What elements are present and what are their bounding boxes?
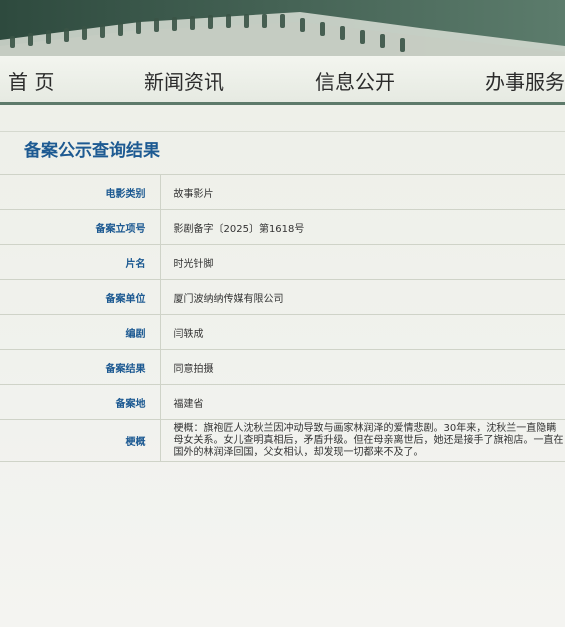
nav-item-info-disclosure[interactable]: 信息公开 [315, 66, 395, 95]
table-row: 备案单位 厦门波纳纳传媒有限公司 [0, 279, 565, 315]
table-row: 备案立项号 影剧备字〔2025〕第1618号 [0, 209, 565, 245]
nav-item-news[interactable]: 新闻资讯 [144, 66, 224, 95]
field-value-filing-number: 影剧备字〔2025〕第1618号 [160, 209, 565, 245]
field-value-synopsis: 梗概：旗袍匠人沈秋兰因冲动导致与画家林润泽的爱情悲剧。30年来，沈秋兰一直隐瞒母… [160, 419, 565, 462]
field-value-company: 厦门波纳纳传媒有限公司 [160, 279, 565, 315]
field-label-region: 备案地 [0, 384, 161, 420]
field-label-company: 备案单位 [0, 279, 161, 315]
page-title: 备案公示查询结果 [24, 141, 160, 161]
main-content: 备案公示查询结果 电影类别 故事影片 备案立项号 影剧备字〔2025〕第1618… [0, 105, 565, 627]
banner-decoration [0, 0, 565, 56]
field-value-title: 时光针脚 [160, 244, 565, 280]
nav-item-home[interactable]: 首 页 [8, 66, 54, 95]
field-value-result: 同意拍摄 [160, 349, 565, 385]
field-label-synopsis: 梗概 [0, 419, 161, 462]
field-value-category: 故事影片 [160, 174, 565, 210]
table-row: 梗概 梗概：旗袍匠人沈秋兰因冲动导致与画家林润泽的爱情悲剧。30年来，沈秋兰一直… [0, 419, 565, 462]
field-label-filing-number: 备案立项号 [0, 209, 161, 245]
table-row: 片名 时光针脚 [0, 244, 565, 280]
field-label-screenwriter: 编剧 [0, 314, 161, 350]
record-table: 电影类别 故事影片 备案立项号 影剧备字〔2025〕第1618号 片名 时光针脚… [0, 174, 565, 462]
table-row: 编剧 闫轶成 [0, 314, 565, 350]
field-label-category: 电影类别 [0, 174, 161, 210]
table-row: 备案地 福建省 [0, 384, 565, 420]
header-banner [0, 0, 565, 56]
field-value-screenwriter: 闫轶成 [160, 314, 565, 350]
title-section: 备案公示查询结果 [0, 131, 565, 176]
main-nav: 首 页 新闻资讯 信息公开 办事服务 [0, 56, 565, 105]
table-row: 备案结果 同意拍摄 [0, 349, 565, 385]
field-label-title: 片名 [0, 244, 161, 280]
table-row: 电影类别 故事影片 [0, 174, 565, 210]
field-label-result: 备案结果 [0, 349, 161, 385]
nav-item-services[interactable]: 办事服务 [485, 66, 565, 95]
field-value-region: 福建省 [160, 384, 565, 420]
